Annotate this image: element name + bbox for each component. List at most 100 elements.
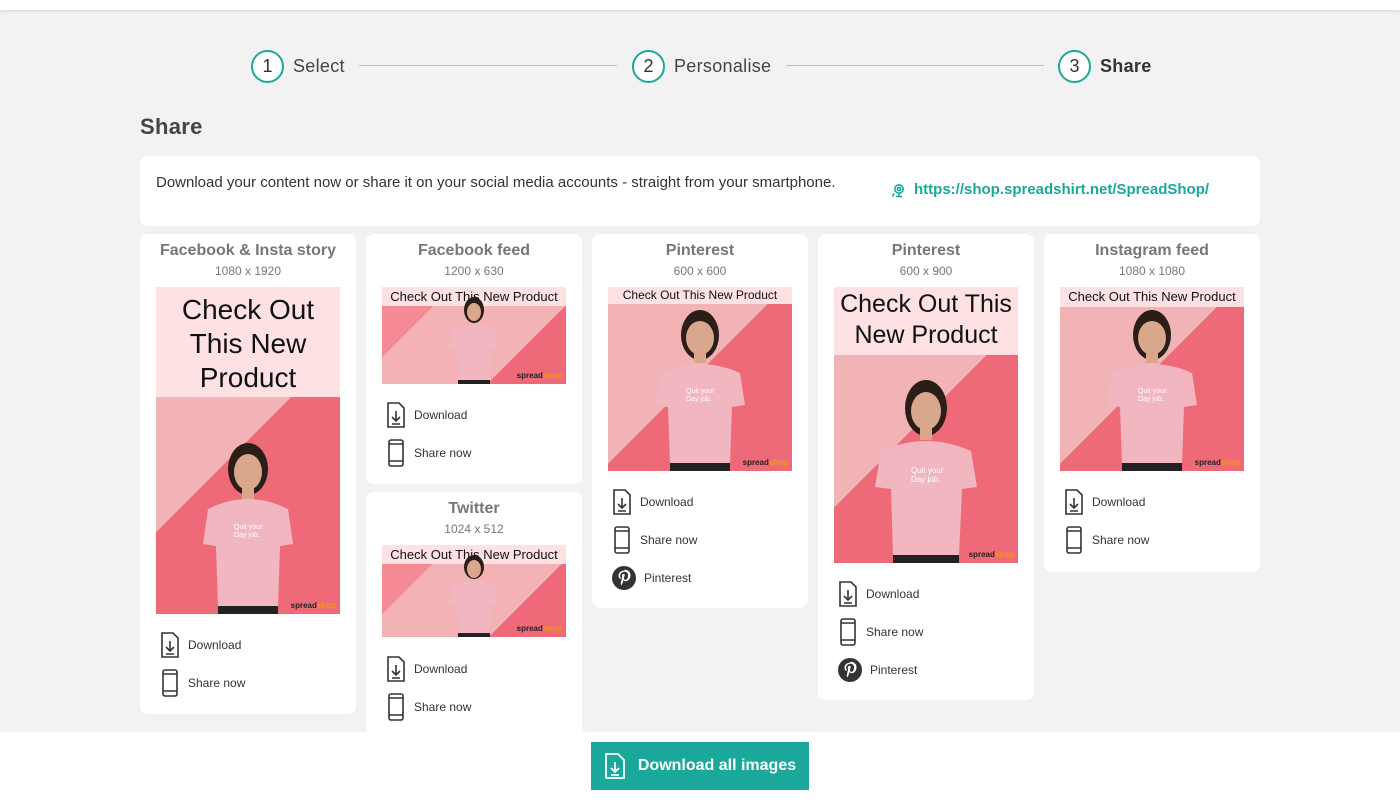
step-share[interactable]: 3 Share — [1058, 49, 1152, 83]
pinterest-icon — [838, 658, 862, 682]
shop-link[interactable]: https://shop.spreadshirt.net/SpreadShop/ — [890, 181, 1209, 198]
card-dimensions: 1080 x 1080 — [1118, 264, 1186, 278]
page-title: Share — [140, 114, 203, 139]
download-icon — [387, 402, 405, 428]
download-icon — [604, 753, 625, 779]
model-photo — [450, 555, 498, 637]
step-connector — [786, 65, 1044, 66]
download-icon — [1065, 489, 1083, 515]
step-number: 2 — [632, 49, 665, 83]
card-actions: Download Share now — [386, 396, 471, 472]
card-instagram-feed: Instagram feed 1080 x 1080 Check Out Thi… — [1044, 234, 1260, 572]
step-label: Select — [293, 55, 345, 76]
step-personalise[interactable]: 2 Personalise — [632, 49, 771, 83]
share-now-button[interactable]: Share now — [160, 664, 245, 702]
preview-image: Check Out This New Product Quit your Day… — [156, 287, 340, 614]
card-actions: Download Share now — [386, 650, 471, 726]
card-title: Twitter — [448, 500, 500, 517]
pinterest-label: Pinterest — [644, 571, 692, 585]
step-number: 1 — [251, 49, 284, 83]
download-icon — [613, 489, 631, 515]
download-icon — [387, 656, 405, 682]
preview-image: Check Out This New Product Quit your Day… — [834, 287, 1018, 563]
brand-logo: spreadshop — [968, 550, 1014, 559]
brand-logo: spreadshop — [516, 624, 562, 633]
share-now-button[interactable]: Share now — [386, 688, 471, 726]
preview-image: Check Out This New Product Quit your Day… — [1060, 287, 1244, 471]
brand-logo: spreadshop — [290, 601, 336, 610]
pinterest-icon — [612, 566, 636, 590]
svg-text:Day job.: Day job. — [1138, 396, 1164, 403]
download-label: Download — [414, 662, 468, 676]
download-all-label: Download all images — [637, 757, 797, 774]
download-button[interactable]: Download — [612, 483, 697, 521]
share-now-button[interactable]: Share now — [386, 434, 471, 472]
download-button[interactable]: Download — [160, 626, 245, 664]
share-label: Share now — [414, 446, 472, 460]
bottom-bar: Download all images — [0, 732, 1400, 800]
download-button[interactable]: Download — [386, 650, 471, 688]
download-label: Download — [188, 638, 242, 652]
download-button[interactable]: Download — [386, 396, 471, 434]
download-icon — [839, 581, 857, 607]
pinterest-label: Pinterest — [870, 663, 918, 677]
model-photo: Quit your Day job. — [1107, 310, 1197, 471]
share-label: Share now — [640, 533, 698, 547]
download-button[interactable]: Download — [838, 575, 923, 613]
share-now-button[interactable]: Share now — [1064, 521, 1149, 559]
download-button[interactable]: Download — [1064, 483, 1149, 521]
model-photo — [450, 297, 498, 384]
svg-text:Day job.: Day job. — [234, 532, 260, 539]
card-title: Facebook feed — [417, 242, 531, 259]
step-label: Personalise — [674, 55, 772, 76]
phone-icon — [614, 526, 630, 554]
card-dimensions: 1024 x 512 — [444, 522, 504, 536]
phone-icon — [388, 693, 404, 721]
svg-text:Quit your: Quit your — [1138, 388, 1167, 395]
step-label: Share — [1100, 55, 1152, 76]
card-pinterest-tall: Pinterest 600 x 900 Check Out This New P… — [818, 234, 1034, 700]
card-title: Pinterest — [665, 242, 735, 259]
model-photo: Quit your Day job. — [875, 380, 977, 563]
phone-icon — [1066, 526, 1082, 554]
share-now-button[interactable]: Share now — [612, 521, 697, 559]
card-facebook-insta-story: Facebook & Insta story 1080 x 1920 Check… — [140, 234, 356, 714]
brand-logo: spreadshop — [516, 371, 562, 380]
card-dimensions: 600 x 900 — [899, 264, 953, 278]
download-label: Download — [640, 495, 694, 509]
card-actions: Download Share now Pinterest — [612, 483, 697, 597]
card-title: Instagram feed — [1095, 242, 1209, 259]
download-label: Download — [866, 587, 920, 601]
shop-link-text: https://shop.spreadshirt.net/SpreadShop/ — [914, 181, 1210, 198]
preview-image: Check Out This New Product spreadshop — [382, 545, 566, 637]
card-dimensions: 1080 x 1920 — [214, 264, 282, 278]
info-box: Download your content now or share it on… — [140, 156, 1260, 226]
phone-icon — [162, 669, 178, 697]
pinterest-button[interactable]: Pinterest — [838, 651, 923, 689]
link-icon — [891, 183, 904, 197]
share-now-button[interactable]: Share now — [838, 613, 923, 651]
card-actions: Download Share now Pinterest — [838, 575, 923, 689]
download-label: Download — [1092, 495, 1146, 509]
step-number: 3 — [1058, 49, 1091, 83]
card-twitter: Twitter 1024 x 512 Check Out This New Pr… — [366, 492, 582, 742]
stepper: 1 Select 2 Personalise 3 Share — [0, 49, 1400, 83]
step-select[interactable]: 1 Select — [251, 49, 345, 83]
shirt-text: Quit your — [234, 524, 263, 531]
top-bar — [0, 0, 1400, 10]
image-banner: Check Out This New Product — [156, 287, 340, 397]
preview-image: Check Out This New Product Quit your Day… — [608, 287, 792, 471]
card-dimensions: 600 x 600 — [673, 264, 727, 278]
card-dimensions: 1200 x 630 — [444, 264, 504, 278]
card-pinterest-square: Pinterest 600 x 600 Check Out This New P… — [592, 234, 808, 608]
brand-logo: spreadshop — [742, 458, 788, 467]
download-all-button[interactable]: Download all images — [591, 742, 809, 790]
card-actions: Download Share now — [1064, 483, 1149, 559]
image-banner: Check Out This New Product — [834, 287, 1018, 355]
card-title: Facebook & Insta story — [159, 242, 337, 259]
share-label: Share now — [188, 676, 246, 690]
model-photo: Quit your Day job. — [655, 310, 745, 471]
phone-icon — [840, 618, 856, 646]
pinterest-button[interactable]: Pinterest — [612, 559, 697, 597]
card-facebook-feed: Facebook feed 1200 x 630 Check Out This … — [366, 234, 582, 484]
